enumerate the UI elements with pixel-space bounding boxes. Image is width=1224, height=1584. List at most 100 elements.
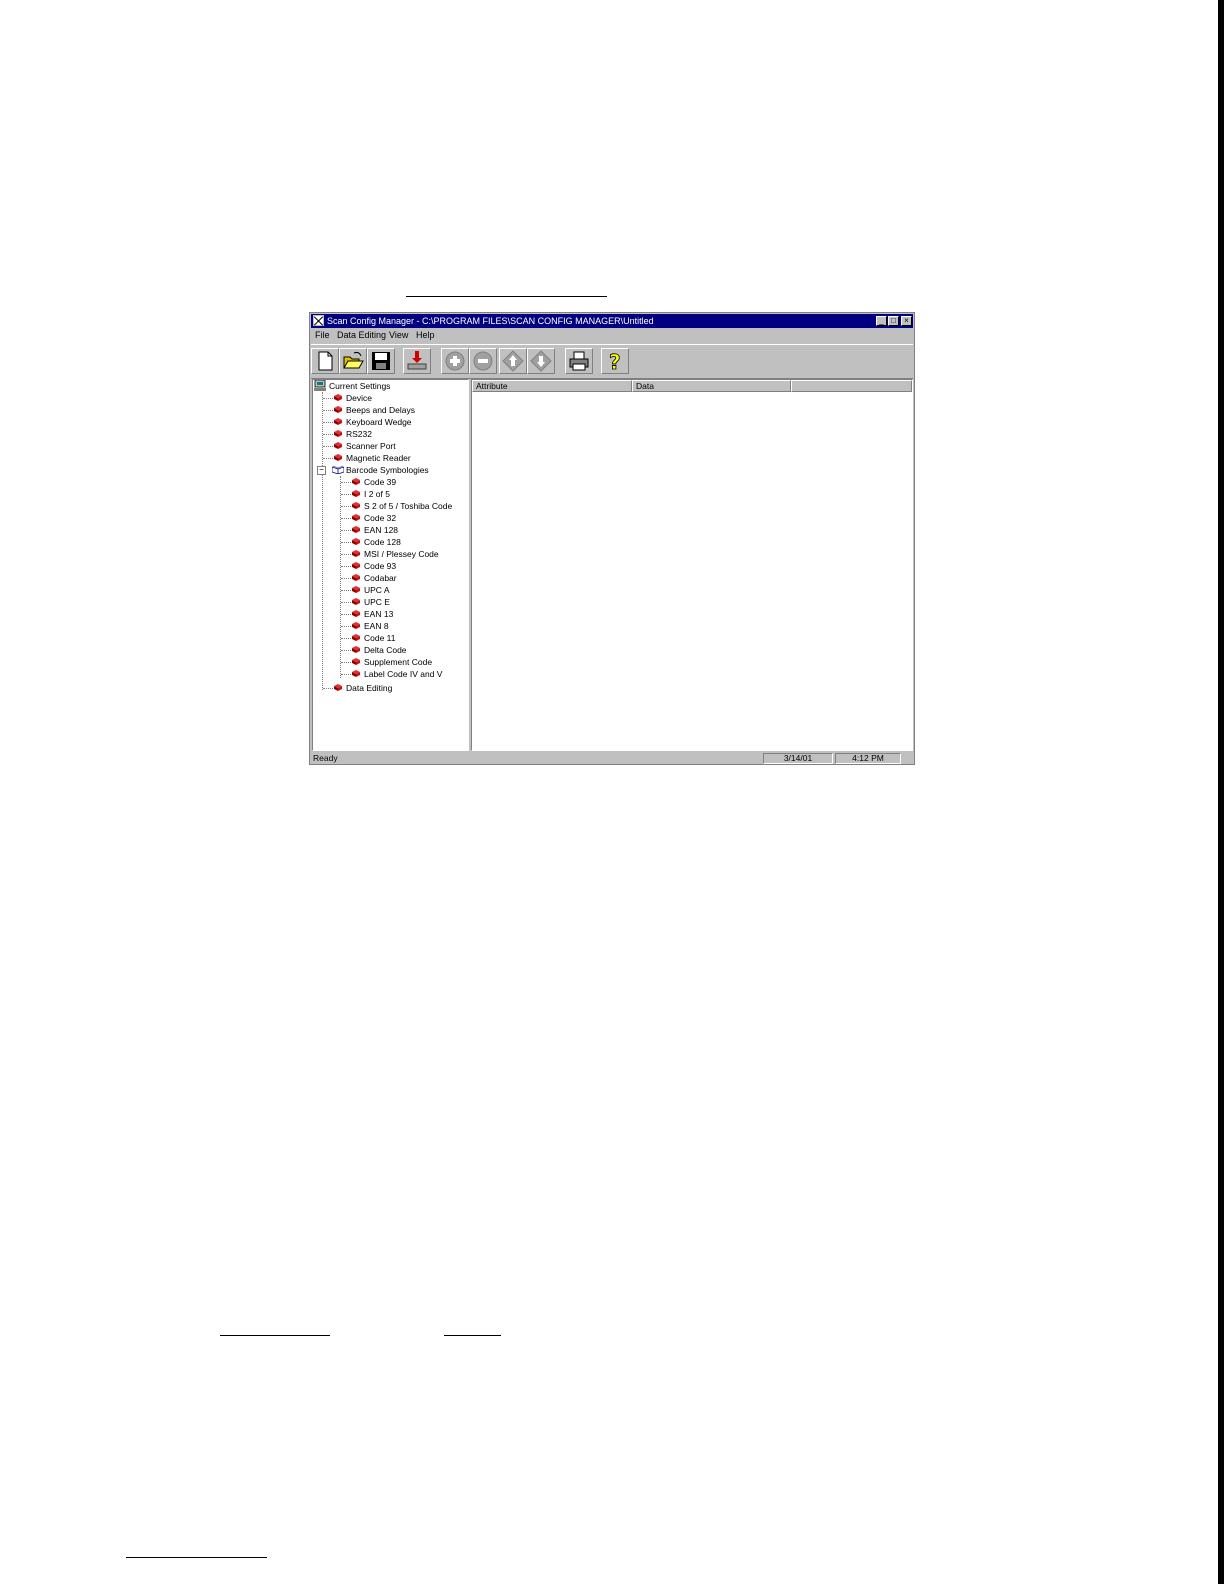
tree-branch — [341, 614, 351, 615]
tree-branch — [323, 688, 333, 689]
tree-branch — [323, 398, 333, 399]
help-icon: ? — [609, 350, 621, 372]
attribute-list[interactable]: Attribute Data — [471, 379, 913, 751]
remove-button[interactable] — [469, 348, 497, 374]
save-disk-icon — [372, 352, 390, 370]
tree-branch — [323, 434, 333, 435]
app-window: Scan Config Manager - C:\PROGRAM FILES\S… — [309, 312, 915, 765]
print-button[interactable] — [565, 348, 593, 374]
tree-branch — [323, 422, 333, 423]
tree-child-label: UPC A — [364, 585, 390, 595]
book-icon — [352, 562, 360, 569]
tree-branch — [341, 590, 351, 591]
book-icon — [334, 406, 342, 413]
book-icon — [352, 658, 360, 665]
settings-tree[interactable]: Current Settings Device Beeps and Delays… — [312, 379, 469, 751]
page-edge-bar — [1218, 0, 1224, 1584]
tree-child-label: Code 39 — [364, 477, 397, 487]
tree-branch — [341, 650, 351, 651]
column-header-attribute[interactable]: Attribute — [472, 380, 632, 392]
book-icon — [352, 574, 360, 581]
status-bar: Ready 3/14/01 4:12 PM — [311, 753, 913, 764]
tree-child-label: EAN 13 — [364, 609, 394, 619]
minimize-button[interactable]: _ — [876, 316, 887, 326]
tree-child-label: Codabar — [364, 573, 397, 583]
tree-child-label: Code 11 — [364, 633, 396, 643]
download-button[interactable] — [403, 348, 431, 374]
open-button[interactable] — [339, 348, 367, 374]
toolbar: ? — [311, 344, 913, 379]
maximize-button[interactable]: □ — [888, 316, 899, 326]
column-header-empty[interactable] — [791, 380, 912, 392]
window-title: Scan Config Manager - C:\PROGRAM FILES\S… — [327, 316, 654, 326]
book-icon — [334, 430, 342, 437]
book-icon — [334, 442, 342, 449]
open-book-icon — [332, 465, 344, 474]
title-bar[interactable]: Scan Config Manager - C:\PROGRAM FILES\S… — [311, 314, 913, 328]
bottom-link-underline-2 — [444, 1335, 501, 1336]
book-icon — [352, 514, 360, 521]
book-icon — [352, 502, 360, 509]
move-up-button[interactable] — [499, 348, 527, 374]
tree-child-label: Code 128 — [364, 537, 401, 547]
help-button[interactable]: ? — [601, 348, 629, 374]
book-icon — [352, 490, 360, 497]
new-icon — [318, 351, 333, 371]
tree-child-label: I 2 of 5 — [364, 489, 390, 499]
book-icon — [334, 394, 342, 401]
tree-child-label: Delta Code — [364, 645, 407, 655]
tree-branch — [341, 662, 351, 663]
tree-branch — [341, 554, 351, 555]
tree-group-label: Barcode Symbologies — [346, 465, 429, 475]
tree-branch — [341, 626, 351, 627]
tree-branch — [323, 458, 333, 459]
close-button[interactable]: × — [901, 316, 912, 326]
collapse-toggle[interactable]: − — [317, 466, 326, 475]
status-text: Ready — [313, 753, 338, 763]
menu-view[interactable]: View — [389, 329, 408, 342]
download-to-scanner-icon — [407, 351, 427, 370]
book-icon — [352, 478, 360, 485]
tree-branch — [341, 674, 351, 675]
tree-child-label: Supplement Code — [364, 657, 433, 667]
tree-child-label: Code 32 — [364, 513, 397, 523]
save-button[interactable] — [367, 348, 395, 374]
app-icon[interactable] — [313, 315, 324, 326]
tree-item-label: RS232 — [346, 429, 372, 439]
tree-child-label: S 2 of 5 / Toshiba Code — [364, 501, 453, 511]
column-header-data[interactable]: Data — [632, 380, 791, 392]
book-icon — [352, 598, 360, 605]
book-icon — [352, 610, 360, 617]
tree-item-label: Magnetic Reader — [346, 453, 411, 463]
menu-help[interactable]: Help — [416, 329, 435, 342]
move-down-icon — [530, 350, 552, 372]
tree-item-label: Scanner Port — [346, 441, 396, 451]
footer-link-underline — [126, 1557, 267, 1558]
tree-branch — [341, 530, 351, 531]
menu-file[interactable]: File — [315, 329, 330, 342]
book-icon — [334, 418, 342, 425]
tree-branch — [323, 410, 333, 411]
tree-branch — [341, 602, 351, 603]
computer-icon — [314, 380, 326, 391]
tree-child-label: Label Code IV and V — [364, 669, 443, 679]
bottom-link-underline-1 — [220, 1335, 330, 1336]
tree-connector-root — [322, 392, 323, 690]
tree-branch — [341, 506, 351, 507]
book-icon — [352, 538, 360, 545]
svg-text:?: ? — [609, 350, 621, 372]
tree-item-label: Device — [346, 393, 372, 403]
book-icon — [352, 622, 360, 629]
tree-branch — [341, 566, 351, 567]
tree-root-label: Current Settings — [329, 381, 391, 391]
tree-item-label: Keyboard Wedge — [346, 417, 412, 427]
tree-child-label: EAN 8 — [364, 621, 389, 631]
book-icon — [352, 586, 360, 593]
add-button[interactable] — [441, 348, 469, 374]
tree-child-label: EAN 128 — [364, 525, 399, 535]
move-down-button[interactable] — [527, 348, 555, 374]
menu-data-editing[interactable]: Data Editing — [337, 329, 386, 342]
tree-branch — [341, 638, 351, 639]
book-icon — [352, 526, 360, 533]
new-button[interactable] — [311, 348, 339, 374]
